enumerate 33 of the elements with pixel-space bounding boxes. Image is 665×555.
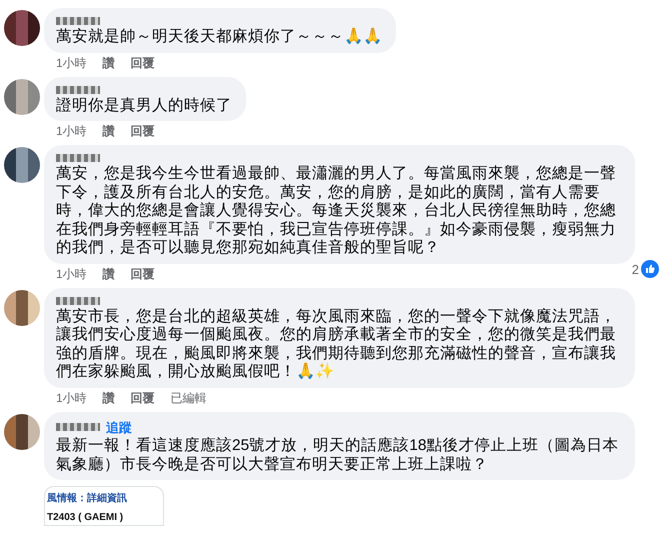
thumbs-up-icon[interactable] (641, 260, 659, 278)
avatar[interactable] (4, 290, 40, 326)
reaction-count[interactable]: 2 (632, 260, 639, 279)
avatar[interactable] (4, 10, 40, 46)
action-link[interactable]: 讚 (102, 54, 115, 72)
action-link[interactable]: 回覆 (130, 54, 155, 72)
attachment-subtitle: T2403 ( GAEMI ) (47, 511, 124, 525)
comment-text: 萬安就是帥～明天後天都麻煩你了～～～🙏🙏 (56, 28, 382, 46)
action-link[interactable]: 回覆 (130, 264, 155, 282)
blurred-name[interactable] (56, 296, 100, 304)
blurred-name[interactable] (56, 86, 100, 94)
edited-label: 已編輯 (170, 390, 207, 406)
action-link[interactable]: 讚 (102, 388, 115, 406)
blurred-name[interactable] (56, 17, 100, 25)
comment-time: 1小時 (56, 266, 87, 282)
comment-text: 證明你是真男人的時候了 (56, 96, 232, 115)
action-link[interactable]: 回覆 (130, 388, 155, 406)
action-link[interactable]: 讚 (102, 122, 115, 140)
comment-time: 1小時 (56, 390, 87, 406)
action-link[interactable]: 回覆 (130, 122, 155, 140)
comment-time: 1小時 (56, 54, 87, 72)
action-link[interactable]: 讚 (102, 264, 115, 282)
blurred-name[interactable] (56, 423, 100, 432)
comment-time: 1小時 (56, 123, 87, 140)
avatar[interactable] (4, 414, 40, 450)
comment-text: 萬安市長，您是台北的超級英雄，每次風雨來臨，您的一聲令下就像魔法咒語，讓我們安心度過每一個颱風夜。您的肩膀承載著全市的安全，您的微笑是我們最強的盾牌。現在，颱風即將來襲，我們期待聽到您那充滿磁性的聲音，宣布讓我們在家躲颱風，開心放颱風假吧！🙏✨ (56, 308, 617, 382)
blurred-name[interactable] (56, 154, 100, 162)
follow-link[interactable]: 追蹤 (106, 418, 132, 437)
comment-text: 最新一報！看這速度應該25號才放，明天的話應該18點後才停止上班（圖為日本氣象廳）市長今晚是否可以大聲宣布明天要正常上班上課啦？ (56, 437, 620, 474)
attachment-card[interactable]: 風情報：詳細資訊 T2403 ( GAEMI ) (44, 486, 164, 526)
comment-text: 萬安，您是我今生今世看過最帥、最瀟灑的男人了。每當風雨來襲，您總是一聲下令，護及所有台北人的安危。萬安，您的肩膀，是如此的廣闊，當有人需要時，偉大的您總是會讓人覺得安心。每逢天災襲來，台北人民徬徨無助時，您總在我們身旁輕輕耳語『不要怕，我已宣告停班停課。』如今豪雨侵襲，瘦弱無力的我們，是否可以聽見您那宛如純真佳音般的聖旨呢？ (56, 165, 617, 258)
attachment-title: 風情報：詳細資訊 (47, 492, 128, 506)
avatar[interactable] (4, 147, 40, 183)
